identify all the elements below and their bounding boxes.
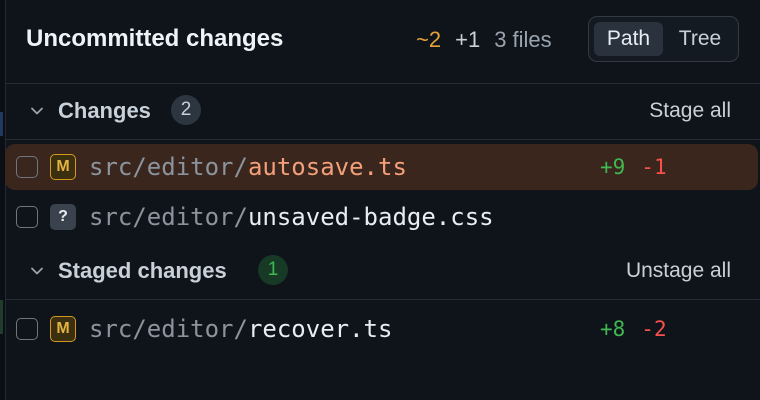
file-path: src/editor/autosave.ts	[89, 153, 407, 181]
section-title: Staged changes	[58, 258, 227, 283]
file-checkbox[interactable]	[16, 156, 38, 178]
additions: +8	[600, 317, 626, 341]
view-toggle: Path Tree	[588, 16, 739, 62]
tree-view-button[interactable]: Tree	[667, 22, 733, 56]
staged-section-header[interactable]: Staged changes 1 Unstage all	[6, 244, 760, 300]
file-name: unsaved-badge.css	[247, 203, 494, 231]
file-name: autosave.ts	[247, 153, 407, 181]
added-count: +1	[455, 27, 481, 52]
file-dir: src/editor/	[89, 315, 248, 343]
file-path: src/editor/unsaved-badge.css	[89, 203, 494, 231]
chevron-down-icon[interactable]	[30, 264, 44, 278]
file-path: src/editor/recover.ts	[89, 315, 392, 343]
diff-stats: +8 -2	[600, 317, 667, 341]
file-row[interactable]: M src/editor/recover.ts +8 -2	[6, 306, 760, 352]
change-stats: ~2 +1 3 files	[416, 27, 552, 53]
file-name: recover.ts	[247, 315, 393, 343]
panel-header: Uncommitted changes ~2 +1 3 files Path T…	[6, 0, 760, 84]
panel-title: Uncommitted changes	[26, 25, 284, 52]
changes-section-header[interactable]: Changes 2 Stage all	[6, 84, 760, 140]
chevron-down-icon[interactable]	[30, 104, 44, 118]
deletions: -1	[641, 155, 667, 179]
files-count: 3 files	[494, 27, 552, 52]
stage-all-button[interactable]: Stage all	[649, 99, 731, 123]
section-title: Changes	[58, 98, 151, 123]
untracked-status-icon: ?	[50, 204, 76, 230]
unstage-all-button[interactable]: Unstage all	[626, 259, 731, 283]
changes-count-badge: 2	[171, 95, 201, 125]
file-checkbox[interactable]	[16, 206, 38, 228]
modified-count: ~2	[416, 27, 442, 52]
deletions: -2	[641, 317, 667, 341]
path-view-button[interactable]: Path	[594, 22, 663, 56]
additions: +9	[600, 155, 626, 179]
modified-status-icon: M	[50, 154, 76, 180]
file-dir: src/editor/	[89, 153, 248, 181]
file-row[interactable]: ? src/editor/unsaved-badge.css	[6, 194, 760, 240]
edge-marker	[0, 112, 3, 136]
diff-stats: +9 -1	[600, 155, 667, 179]
file-row[interactable]: M src/editor/autosave.ts +9 -1	[5, 144, 758, 190]
edge-marker	[0, 300, 3, 334]
file-checkbox[interactable]	[16, 318, 38, 340]
staged-count-badge: 1	[258, 255, 288, 285]
modified-status-icon: M	[50, 316, 76, 342]
file-dir: src/editor/	[89, 203, 248, 231]
